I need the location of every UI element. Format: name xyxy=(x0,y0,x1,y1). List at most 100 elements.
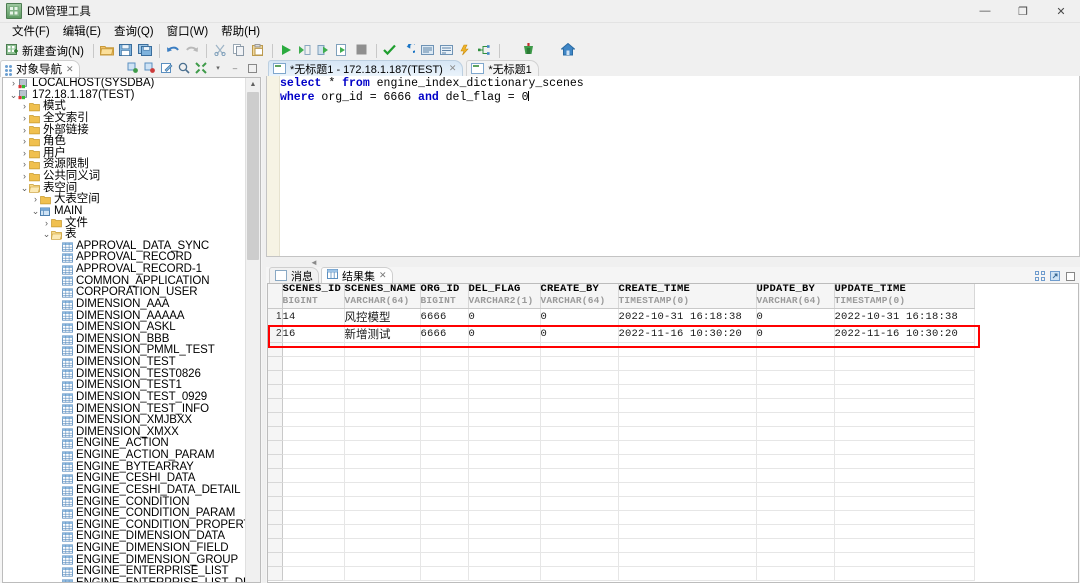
tree-item[interactable]: ENGINE_ENTERPRISE_LIST_DETAIL xyxy=(3,577,246,582)
grid-cell[interactable]: 16 xyxy=(282,325,345,343)
chevron-right-icon[interactable]: › xyxy=(20,159,29,170)
monitor-button[interactable] xyxy=(520,42,538,60)
collapse-arrow-icon[interactable]: ◄ xyxy=(310,258,318,267)
tree-item[interactable]: ENGINE_CESHI_DATA_DETAIL xyxy=(3,484,246,497)
tree-item[interactable]: › 大表空间 xyxy=(3,194,246,206)
format-button[interactable] xyxy=(457,42,475,60)
sql-editor[interactable]: select * from engine_index_dictionary_sc… xyxy=(266,76,1080,257)
chevron-right-icon[interactable]: › xyxy=(20,171,29,181)
scroll-up-icon[interactable]: ▲ xyxy=(246,78,260,91)
grid-cell[interactable]: 2022-10-31 16:18:38 xyxy=(618,308,757,326)
tree-item[interactable]: ⌄ 172.18.1.187(TEST) xyxy=(3,89,246,102)
commit-button[interactable] xyxy=(381,42,399,60)
grid-column-header[interactable]: SCENES_NAME VARCHAR(64) xyxy=(344,284,421,309)
tree-item[interactable]: ⌄ 表空间 xyxy=(3,182,246,195)
tree-item[interactable]: › 角色 xyxy=(3,135,246,148)
grid-column-header[interactable]: CREATE_BY VARCHAR(64) xyxy=(540,284,619,309)
search-icon[interactable] xyxy=(177,61,191,75)
chevron-right-icon[interactable]: › xyxy=(9,78,18,88)
save-button[interactable] xyxy=(117,42,135,60)
grid-cell[interactable]: 2022-10-31 16:18:38 xyxy=(834,308,975,326)
redo-button[interactable] xyxy=(183,42,201,60)
detach-panel-icon[interactable] xyxy=(1049,270,1061,282)
editor-tab[interactable]: *无标题1 xyxy=(466,60,539,76)
restore-panel-icon[interactable] xyxy=(1034,270,1046,282)
rollback-button[interactable] xyxy=(400,41,419,60)
execute-button[interactable] xyxy=(277,42,295,60)
grid-cell[interactable]: 风控模型 xyxy=(344,308,421,326)
tree-item[interactable]: › 全文索引 xyxy=(3,112,246,125)
grid-cell[interactable]: 0 xyxy=(468,308,541,326)
tree-item[interactable]: DIMENSION_TEST_0929 xyxy=(3,391,246,404)
row-number[interactable]: 1 xyxy=(268,308,283,326)
execute-script-button[interactable] xyxy=(315,42,333,60)
chevron-right-icon[interactable]: › xyxy=(20,101,29,112)
grid-column-header[interactable]: ORG_ID BIGINT xyxy=(420,284,469,309)
open-folder-button[interactable] xyxy=(98,42,116,60)
grid-column-header[interactable]: SCENES_ID BIGINT xyxy=(282,284,345,309)
close-button[interactable]: ✕ xyxy=(1042,0,1080,22)
grid-cell[interactable]: 0 xyxy=(540,325,619,343)
minimize-button[interactable]: — xyxy=(966,0,1004,22)
chevron-down-icon[interactable]: ⌄ xyxy=(31,206,40,216)
grid-cell[interactable]: 0 xyxy=(468,325,541,343)
grid-cell[interactable]: 新增测试 xyxy=(344,325,421,343)
execute-step-button[interactable] xyxy=(296,42,314,60)
close-icon[interactable]: ✕ xyxy=(449,63,457,74)
table-row[interactable]: 2 16 新增测试 6666 0 0 2022-11-16 10:30:20 0 2022-11… xyxy=(268,325,975,343)
table-row[interactable]: 1 14 风控模型 6666 0 0 2022-10-31 16:18:38 0 2022-10… xyxy=(268,308,975,326)
grid-cell[interactable]: 0 xyxy=(756,325,835,343)
tree-item[interactable]: › 外部链接 xyxy=(3,124,246,137)
tree-item[interactable]: › 文件 xyxy=(3,217,246,230)
save-all-button[interactable] xyxy=(136,42,154,60)
grid-cell[interactable]: 14 xyxy=(282,308,345,326)
chevron-right-icon[interactable]: › xyxy=(20,113,29,123)
scrollbar-thumb[interactable] xyxy=(247,92,259,260)
plan-tree-button[interactable] xyxy=(476,42,494,60)
tree-item[interactable]: APPROVAL_RECORD-1 xyxy=(3,263,246,276)
grid-column-header[interactable]: UPDATE_TIME TIMESTAMP(0) xyxy=(834,284,975,309)
tree-item[interactable]: ENGINE_CONDITION_PARAM xyxy=(3,507,246,520)
object-tree[interactable]: › LOCALHOST(SYSDBA) ⌄ 172.18.1.187(TEST) › 模式… xyxy=(3,78,246,582)
tree-item[interactable]: ⌄ 表 xyxy=(3,228,246,241)
grid-column-header[interactable]: DEL_FLAG VARCHAR2(1) xyxy=(468,284,541,309)
menu-query[interactable]: 查询(Q) xyxy=(108,24,161,41)
tree-item[interactable]: › 公共同义词 xyxy=(3,170,246,183)
tree-item[interactable]: DIMENSION_TEST xyxy=(3,356,246,369)
chevron-right-icon[interactable]: › xyxy=(20,125,29,135)
grid-column-header[interactable]: CREATE_TIME TIMESTAMP(0) xyxy=(618,284,757,309)
new-query-button[interactable]: 新建查询(N) xyxy=(4,42,88,60)
chevron-down-icon[interactable]: ⌄ xyxy=(42,229,51,239)
tab-messages[interactable]: 消息 xyxy=(269,267,319,283)
view-menu-icon[interactable]: ▾ xyxy=(211,61,225,75)
cut-button[interactable] xyxy=(211,42,229,60)
tree-scrollbar[interactable]: ▲ xyxy=(245,78,260,582)
execute-plan-button[interactable] xyxy=(334,42,352,60)
tree-item[interactable]: DIMENSION_ASKL xyxy=(3,321,246,334)
refresh-object-icon[interactable] xyxy=(126,61,140,75)
menu-edit[interactable]: 编辑(E) xyxy=(57,24,108,41)
menu-window[interactable]: 窗口(W) xyxy=(161,24,216,41)
explain2-button[interactable] xyxy=(438,42,456,60)
close-icon[interactable]: ✕ xyxy=(66,64,74,75)
undo-button[interactable] xyxy=(164,42,182,60)
tree-item[interactable]: ENGINE_DIMENSION_FIELD xyxy=(3,542,246,555)
grid-cell[interactable]: 6666 xyxy=(420,308,469,326)
grid-cell[interactable]: 0 xyxy=(540,308,619,326)
maximize-panel-icon[interactable] xyxy=(1064,270,1076,282)
tab-object-navigator[interactable]: 对象导航 ✕ xyxy=(0,60,80,77)
tree-item[interactable]: DIMENSION_XMJBXX xyxy=(3,414,246,427)
tree-item[interactable]: DIMENSION_AAA xyxy=(3,298,246,311)
stop-button[interactable] xyxy=(353,42,371,60)
tree-item[interactable]: › 资源限制 xyxy=(3,159,246,171)
close-icon[interactable]: ✕ xyxy=(379,270,387,281)
edit-object-icon[interactable] xyxy=(160,61,174,75)
chevron-right-icon[interactable]: › xyxy=(20,136,29,146)
home-button[interactable] xyxy=(559,42,577,60)
editor-tab[interactable]: *无标题1 - 172.18.1.187(TEST) ✕ xyxy=(268,60,464,76)
resultset-grid-container[interactable]: SCENES_ID BIGINT SCENES_NAME VARCHAR(64) ORG… xyxy=(267,283,1079,583)
grid-cell[interactable]: 2022-11-16 10:30:20 xyxy=(618,325,757,343)
row-number[interactable]: 2 xyxy=(268,325,283,343)
grid-cell[interactable]: 0 xyxy=(756,308,835,326)
minimize-panel-icon[interactable]: – xyxy=(228,61,242,75)
